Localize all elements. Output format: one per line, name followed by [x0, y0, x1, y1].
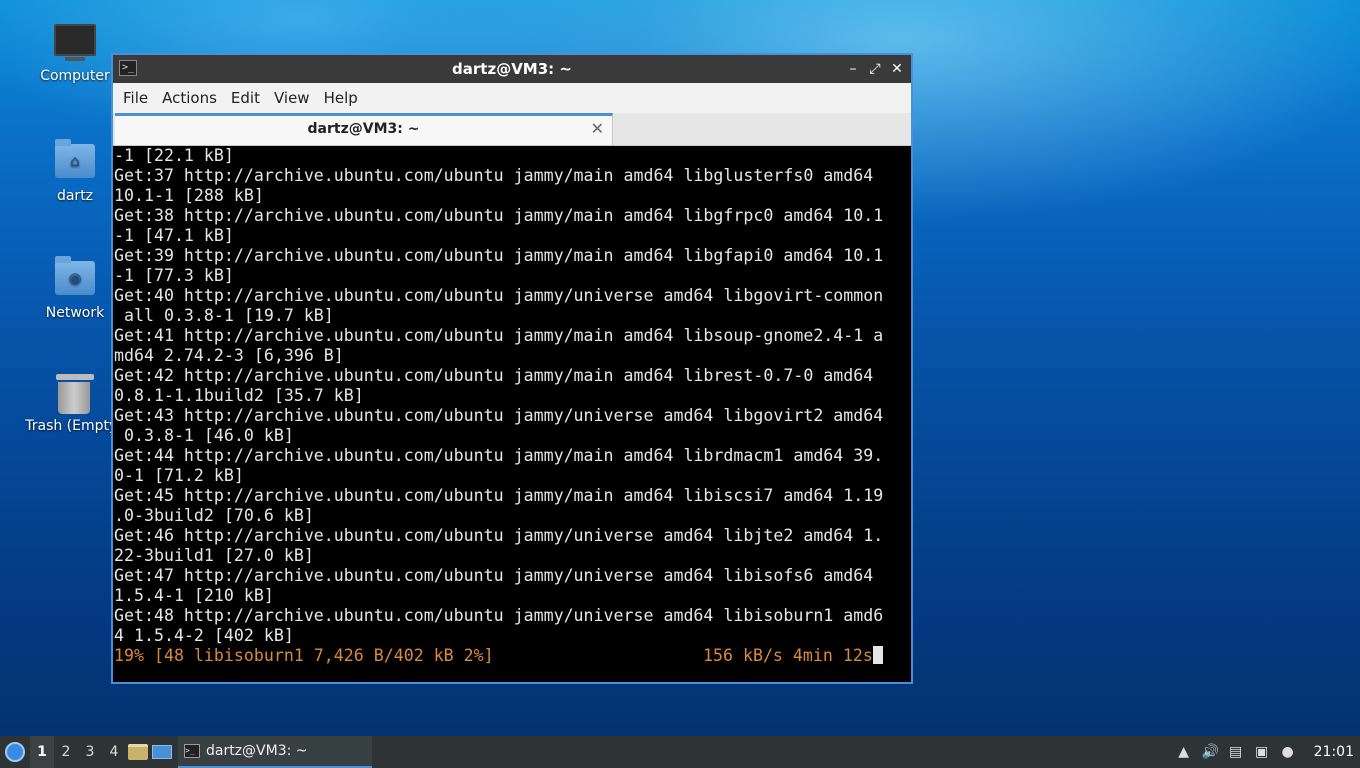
- computer-icon: [53, 24, 97, 64]
- tab-label: dartz@VM3: ~: [307, 121, 420, 137]
- terminal-line: Get:48 http://archive.ubuntu.com/ubuntu …: [114, 606, 884, 625]
- home-folder-icon: ⌂: [53, 139, 97, 184]
- terminal-line: Get:43 http://archive.ubuntu.com/ubuntu …: [114, 406, 884, 425]
- terminal-line: Get:46 http://archive.ubuntu.com/ubuntu …: [114, 526, 884, 545]
- task-label: dartz@VM3: ~: [206, 743, 308, 759]
- progress-status-line: 19% [48 libisoburn1 7,426 B/402 kB 2%] 15…: [113, 646, 911, 666]
- tab-bar: dartz@VM3: ~ ✕: [113, 113, 911, 146]
- workspace-3[interactable]: 3: [78, 736, 102, 768]
- terminal-line: 4 1.5.4-2 [402 kB]: [114, 626, 294, 645]
- terminal-line: 10.1-1 [288 kB]: [114, 186, 264, 205]
- workspace-1[interactable]: 1: [30, 736, 54, 768]
- window-title: dartz@VM3: ~: [452, 60, 572, 78]
- menu-file[interactable]: File: [116, 89, 155, 107]
- terminal-window[interactable]: >_ dartz@VM3: ~ – ⤢ ✕ File Actions Edit …: [111, 53, 913, 684]
- menubar: File Actions Edit View Help: [113, 83, 911, 113]
- clipboard-icon[interactable]: ▤: [1228, 744, 1244, 760]
- tab-terminal[interactable]: dartz@VM3: ~ ✕: [115, 113, 613, 145]
- terminal-line: Get:40 http://archive.ubuntu.com/ubuntu …: [114, 286, 884, 305]
- terminal-line: -1 [47.1 kB]: [114, 226, 234, 245]
- text-cursor: [872, 646, 883, 664]
- menu-edit[interactable]: Edit: [224, 89, 267, 107]
- terminal-line: Get:37 http://archive.ubuntu.com/ubuntu …: [114, 166, 874, 185]
- terminal-line: 0.3.8-1 [46.0 kB]: [114, 426, 294, 445]
- terminal-line: Get:47 http://archive.ubuntu.com/ubuntu …: [114, 566, 874, 585]
- terminal-line: .0-3build2 [70.6 kB]: [114, 506, 314, 525]
- terminal-line: Get:44 http://archive.ubuntu.com/ubuntu …: [114, 446, 884, 465]
- start-menu-button[interactable]: [0, 736, 30, 768]
- terminal-line: 0.8.1-1.1build2 [35.7 kB]: [114, 386, 364, 405]
- workspace-4[interactable]: 4: [102, 736, 126, 768]
- terminal-line: all 0.3.8-1 [19.7 kB]: [114, 306, 334, 325]
- window-titlebar[interactable]: >_ dartz@VM3: ~ – ⤢ ✕: [113, 55, 911, 83]
- network-folder-icon: ◉: [53, 256, 97, 301]
- progress-status-left: 19% [48 libisoburn1 7,426 B/402 kB 2%]: [114, 646, 494, 665]
- menu-view[interactable]: View: [267, 89, 317, 107]
- maximize-button[interactable]: ⤢: [865, 59, 885, 79]
- terminal-line: 22-3build1 [27.0 kB]: [114, 546, 314, 565]
- trash-icon: [52, 374, 96, 414]
- file-manager-icon: [128, 744, 148, 760]
- terminal-line: Get:39 http://archive.ubuntu.com/ubuntu …: [114, 246, 884, 265]
- file-manager-launcher[interactable]: [126, 736, 150, 768]
- terminal-line: Get:42 http://archive.ubuntu.com/ubuntu …: [114, 366, 874, 385]
- taskbar-task-terminal[interactable]: >_ dartz@VM3: ~: [178, 736, 372, 768]
- menu-actions[interactable]: Actions: [155, 89, 224, 107]
- updates-icon[interactable]: ●: [1280, 744, 1296, 760]
- close-button[interactable]: ✕: [887, 59, 907, 79]
- terminal-icon: >_: [184, 744, 200, 758]
- menu-help[interactable]: Help: [317, 89, 365, 107]
- distro-logo-icon: [5, 742, 25, 762]
- terminal-line: Get:41 http://archive.ubuntu.com/ubuntu …: [114, 326, 884, 345]
- terminal-line: Get:45 http://archive.ubuntu.com/ubuntu …: [114, 486, 884, 505]
- show-desktop-button[interactable]: [150, 736, 174, 768]
- terminal-output[interactable]: -1 [22.1 kB] Get:37 http://archive.ubuntu…: [113, 146, 911, 682]
- network-icon[interactable]: ▣: [1254, 744, 1270, 760]
- tab-close-icon[interactable]: ✕: [591, 119, 604, 138]
- workspace-2[interactable]: 2: [54, 736, 78, 768]
- terminal-line: md64 2.74.2-3 [6,396 B]: [114, 346, 344, 365]
- progress-status-right: 156 kB/s 4min 12s: [703, 646, 883, 666]
- clock[interactable]: 21:01: [1314, 744, 1354, 760]
- minimize-button[interactable]: –: [843, 59, 863, 79]
- volume-icon[interactable]: 🔊: [1202, 744, 1219, 760]
- terminal-line: -1 [77.3 kB]: [114, 266, 234, 285]
- terminal-line: 0-1 [71.2 kB]: [114, 466, 244, 485]
- scroll-up-icon[interactable]: ▲: [1176, 744, 1192, 760]
- terminal-line: 1.5.4-1 [210 kB]: [114, 586, 274, 605]
- desktop-icon: [152, 745, 172, 759]
- terminal-line: -1 [22.1 kB]: [114, 146, 234, 165]
- taskbar: 1 2 3 4 >_ dartz@VM3: ~ ▲ 🔊 ▤ ▣ ● 21:01: [0, 736, 1360, 768]
- system-tray: ▲ 🔊 ▤ ▣ ● 21:01: [1176, 736, 1360, 768]
- terminal-line: Get:38 http://archive.ubuntu.com/ubuntu …: [114, 206, 884, 225]
